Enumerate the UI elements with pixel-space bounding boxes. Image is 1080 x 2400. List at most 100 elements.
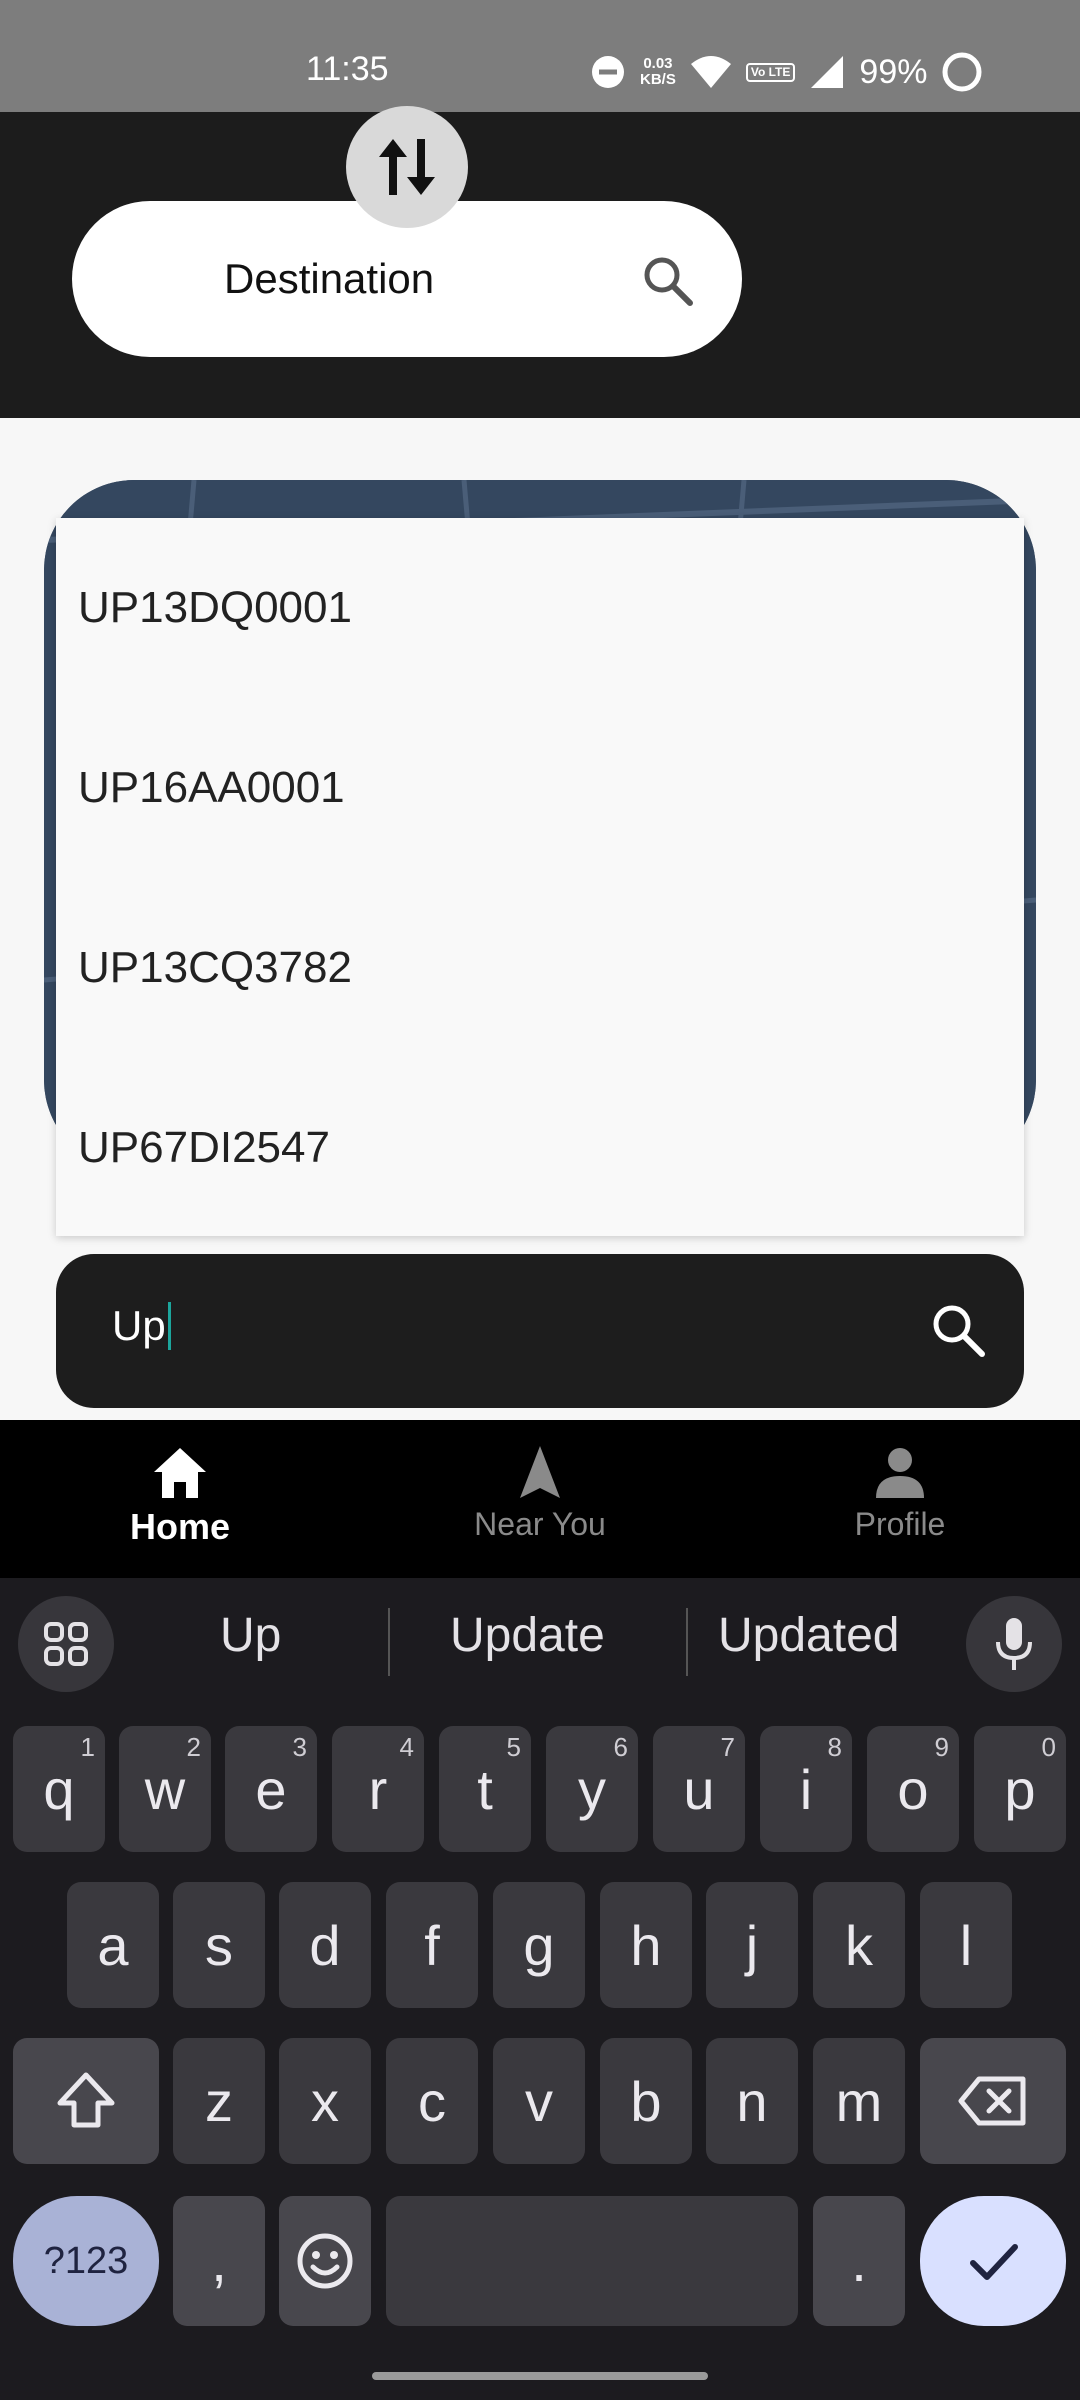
- nav-profile[interactable]: Profile: [720, 1420, 1080, 1578]
- nav-near-you-label: Near You: [474, 1506, 606, 1542]
- signal-icon: [811, 56, 844, 88]
- status-time: 11:35: [306, 50, 389, 88]
- key-label: d: [309, 1913, 341, 1977]
- key-r[interactable]: r4: [332, 1726, 424, 1852]
- nav-profile-label: Profile: [854, 1506, 946, 1542]
- nav-home[interactable]: Home: [0, 1420, 360, 1578]
- header: Destination: [0, 106, 1080, 418]
- key-e[interactable]: e3: [225, 1726, 317, 1852]
- key-p[interactable]: p0: [974, 1726, 1066, 1852]
- key-b[interactable]: b: [600, 2038, 692, 2164]
- word-suggestion[interactable]: Update: [450, 1608, 605, 1663]
- swap-vertical-icon: [379, 139, 435, 195]
- key-f[interactable]: f: [386, 1882, 478, 2008]
- person-icon: [876, 1448, 924, 1498]
- key-hint: 4: [399, 1732, 414, 1762]
- volte-label: Vo LTE: [750, 64, 791, 79]
- key-label: h: [630, 1913, 662, 1977]
- emoji-key[interactable]: [279, 2196, 371, 2326]
- key-q[interactable]: q1: [13, 1726, 105, 1852]
- vehicle-search-bar[interactable]: Up: [56, 1254, 1024, 1408]
- period-key[interactable]: .: [813, 2196, 905, 2326]
- key-u[interactable]: u7: [653, 1726, 745, 1852]
- word-suggestion[interactable]: Updated: [718, 1608, 899, 1663]
- battery-percent: 99%: [859, 52, 928, 91]
- key-label: i: [799, 1757, 813, 1821]
- home-icon: [154, 1448, 206, 1498]
- gesture-home-indicator[interactable]: [372, 2372, 708, 2380]
- key-hint: 8: [827, 1732, 842, 1762]
- key-hint: 7: [720, 1732, 735, 1762]
- shift-key[interactable]: [13, 2038, 159, 2164]
- key-hint: 0: [1041, 1732, 1056, 1762]
- key-label: x: [311, 2069, 339, 2133]
- search-icon[interactable]: [928, 1300, 988, 1360]
- word-suggestion[interactable]: Up: [220, 1608, 281, 1663]
- key-c[interactable]: c: [386, 2038, 478, 2164]
- key-label: b: [630, 2069, 662, 2133]
- key-v[interactable]: v: [493, 2038, 585, 2164]
- backspace-icon: [958, 2076, 1026, 2126]
- key-label: g: [523, 1913, 555, 1977]
- nav-near-you[interactable]: Near You: [360, 1420, 720, 1578]
- key-m[interactable]: m: [813, 2038, 905, 2164]
- search-input[interactable]: Up: [112, 1302, 171, 1350]
- key-g[interactable]: g: [493, 1882, 585, 2008]
- symbols-key-label: ?123: [43, 2239, 129, 2282]
- key-l[interactable]: l: [920, 1882, 1012, 2008]
- battery-icon: [942, 52, 982, 92]
- suggestion-divider: [686, 1608, 688, 1676]
- suggestion-item[interactable]: UP67DI2547: [56, 1058, 1024, 1238]
- key-label: u: [683, 1757, 715, 1821]
- suggestion-dropdown: UP13DQ0001 UP16AA0001 UP13CQ3782 UP67DI2…: [56, 518, 1024, 1236]
- destination-label: Destination: [224, 255, 435, 302]
- symbols-key[interactable]: ?123: [13, 2196, 159, 2326]
- suggestion-item[interactable]: UP13CQ3782: [56, 878, 1024, 1058]
- space-key[interactable]: [386, 2196, 798, 2326]
- key-w[interactable]: w2: [119, 1726, 211, 1852]
- search-input-text: Up: [112, 1302, 166, 1349]
- key-i[interactable]: i8: [760, 1726, 852, 1852]
- key-d[interactable]: d: [279, 1882, 371, 2008]
- key-h[interactable]: h: [600, 1882, 692, 2008]
- grid-icon: [44, 1622, 88, 1666]
- key-label: j: [745, 1913, 759, 1977]
- key-label: f: [424, 1913, 440, 1977]
- shift-icon: [57, 2072, 115, 2128]
- key-o[interactable]: o9: [867, 1726, 959, 1852]
- key-x[interactable]: x: [279, 2038, 371, 2164]
- key-label: p: [1004, 1757, 1036, 1821]
- emoji-icon: [297, 2233, 353, 2289]
- keyboard-menu-button[interactable]: [18, 1596, 114, 1692]
- nav-home-label: Home: [129, 1506, 231, 1547]
- key-label: r: [368, 1757, 388, 1821]
- swap-button[interactable]: [346, 106, 468, 228]
- search-icon[interactable]: [640, 253, 696, 309]
- key-s[interactable]: s: [173, 1882, 265, 2008]
- key-label: t: [477, 1757, 493, 1821]
- comma-key[interactable]: ,: [173, 2196, 265, 2326]
- backspace-key[interactable]: [920, 2038, 1066, 2164]
- checkmark-icon: [970, 2244, 1018, 2280]
- key-label: e: [255, 1757, 287, 1821]
- key-y[interactable]: y6: [546, 1726, 638, 1852]
- suggestion-item[interactable]: UP16AA0001: [56, 698, 1024, 878]
- key-k[interactable]: k: [813, 1882, 905, 2008]
- key-z[interactable]: z: [173, 2038, 265, 2164]
- key-label: k: [845, 1913, 873, 1977]
- dnd-icon: [592, 56, 624, 88]
- status-icons: 0.03 KB/S Vo LTE 99%: [590, 50, 983, 94]
- net-speed-unit: KB/S: [640, 71, 676, 88]
- suggestion-item[interactable]: UP13DQ0001: [56, 518, 1024, 698]
- key-t[interactable]: t5: [439, 1726, 531, 1852]
- net-speed-value: 0.03: [643, 55, 673, 72]
- key-label: n: [736, 2069, 768, 2133]
- key-n[interactable]: n: [706, 2038, 798, 2164]
- key-label: v: [525, 2069, 553, 2133]
- enter-key[interactable]: [920, 2196, 1066, 2326]
- voice-input-button[interactable]: [966, 1596, 1062, 1692]
- key-j[interactable]: j: [706, 1882, 798, 2008]
- bottom-navigation: Home Near You Profile: [0, 1420, 1080, 1578]
- key-a[interactable]: a: [67, 1882, 159, 2008]
- comma-key-label: ,: [211, 2229, 227, 2293]
